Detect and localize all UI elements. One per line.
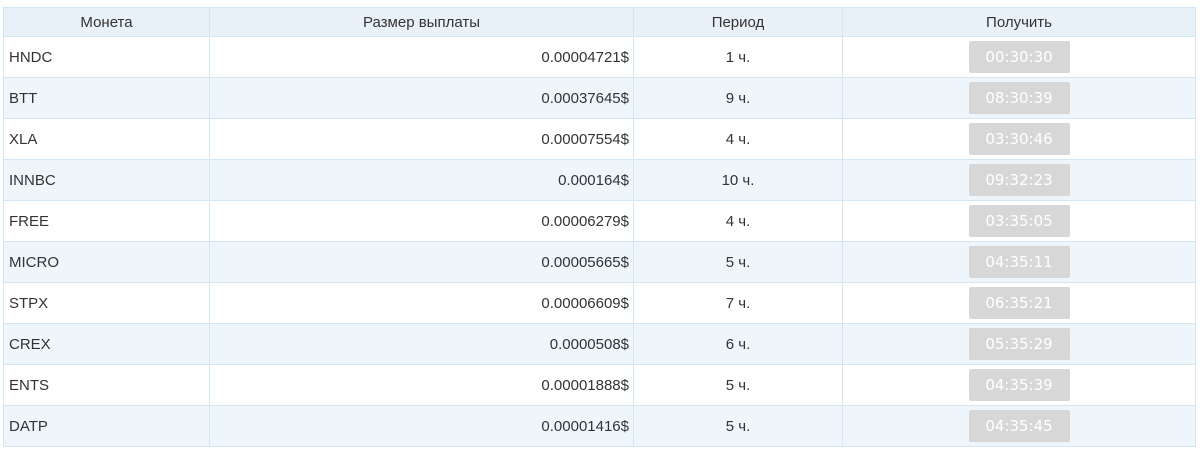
claim-timer-button[interactable]: 09:32:23 (968, 164, 1070, 196)
table-row: DATP 0.00001416$ 5 ч. 04:35:45 (3, 405, 1196, 447)
amount-cell: 0.0000508$ (209, 323, 634, 365)
amount-cell: 0.00006279$ (209, 200, 634, 242)
header-period: Период (633, 7, 843, 37)
coin-cell: STPX (3, 282, 210, 324)
table-row: STPX 0.00006609$ 7 ч. 06:35:21 (3, 282, 1196, 324)
amount-cell: 0.00001888$ (209, 364, 634, 406)
period-cell: 4 ч. (633, 118, 843, 160)
table-row: CREX 0.0000508$ 6 ч. 05:35:29 (3, 323, 1196, 365)
table-row: ENTS 0.00001888$ 5 ч. 04:35:39 (3, 364, 1196, 406)
get-cell: 03:35:05 (842, 200, 1196, 242)
table-row: BTT 0.00037645$ 9 ч. 08:30:39 (3, 77, 1196, 119)
table-row: HNDC 0.00004721$ 1 ч. 00:30:30 (3, 36, 1196, 78)
get-cell: 04:35:11 (842, 241, 1196, 283)
amount-cell: 0.00001416$ (209, 405, 634, 447)
get-cell: 04:35:45 (842, 405, 1196, 447)
get-cell: 03:30:46 (842, 118, 1196, 160)
claim-timer-button[interactable]: 08:30:39 (968, 82, 1070, 114)
coin-cell: ENTS (3, 364, 210, 406)
period-cell: 9 ч. (633, 77, 843, 119)
table-row: INNBC 0.000164$ 10 ч. 09:32:23 (3, 159, 1196, 201)
get-cell: 04:35:39 (842, 364, 1196, 406)
coin-cell: DATP (3, 405, 210, 447)
header-get: Получить (842, 7, 1196, 37)
amount-cell: 0.00037645$ (209, 77, 634, 119)
coin-cell: MICRO (3, 241, 210, 283)
claim-timer-button[interactable]: 03:35:05 (968, 205, 1070, 237)
amount-cell: 0.000164$ (209, 159, 634, 201)
payout-table-container: Монета Размер выплаты Период Получить HN… (3, 7, 1196, 447)
get-cell: 06:35:21 (842, 282, 1196, 324)
header-amount: Размер выплаты (209, 7, 634, 37)
period-cell: 4 ч. (633, 200, 843, 242)
get-cell: 05:35:29 (842, 323, 1196, 365)
table-row: MICRO 0.00005665$ 5 ч. 04:35:11 (3, 241, 1196, 283)
claim-timer-button[interactable]: 04:35:11 (968, 246, 1070, 278)
coin-cell: FREE (3, 200, 210, 242)
amount-cell: 0.00007554$ (209, 118, 634, 160)
table-row: FREE 0.00006279$ 4 ч. 03:35:05 (3, 200, 1196, 242)
period-cell: 5 ч. (633, 241, 843, 283)
table-row: XLA 0.00007554$ 4 ч. 03:30:46 (3, 118, 1196, 160)
amount-cell: 0.00006609$ (209, 282, 634, 324)
period-cell: 6 ч. (633, 323, 843, 365)
claim-timer-button[interactable]: 05:35:29 (968, 328, 1070, 360)
period-cell: 10 ч. (633, 159, 843, 201)
get-cell: 09:32:23 (842, 159, 1196, 201)
amount-cell: 0.00004721$ (209, 36, 634, 78)
claim-timer-button[interactable]: 00:30:30 (968, 41, 1070, 73)
table-body: HNDC 0.00004721$ 1 ч. 00:30:30 BTT 0.000… (3, 36, 1196, 447)
claim-timer-button[interactable]: 04:35:45 (968, 410, 1070, 442)
coin-cell: INNBC (3, 159, 210, 201)
coin-cell: CREX (3, 323, 210, 365)
payout-table: Монета Размер выплаты Период Получить HN… (3, 7, 1196, 447)
period-cell: 7 ч. (633, 282, 843, 324)
header-coin: Монета (3, 7, 210, 37)
claim-timer-button[interactable]: 06:35:21 (968, 287, 1070, 319)
claim-timer-button[interactable]: 03:30:46 (968, 123, 1070, 155)
get-cell: 00:30:30 (842, 36, 1196, 78)
claim-timer-button[interactable]: 04:35:39 (968, 369, 1070, 401)
amount-cell: 0.00005665$ (209, 241, 634, 283)
coin-cell: XLA (3, 118, 210, 160)
coin-cell: HNDC (3, 36, 210, 78)
period-cell: 5 ч. (633, 364, 843, 406)
period-cell: 5 ч. (633, 405, 843, 447)
get-cell: 08:30:39 (842, 77, 1196, 119)
header-row: Монета Размер выплаты Период Получить (3, 7, 1196, 37)
table-header: Монета Размер выплаты Период Получить (3, 7, 1196, 37)
period-cell: 1 ч. (633, 36, 843, 78)
coin-cell: BTT (3, 77, 210, 119)
